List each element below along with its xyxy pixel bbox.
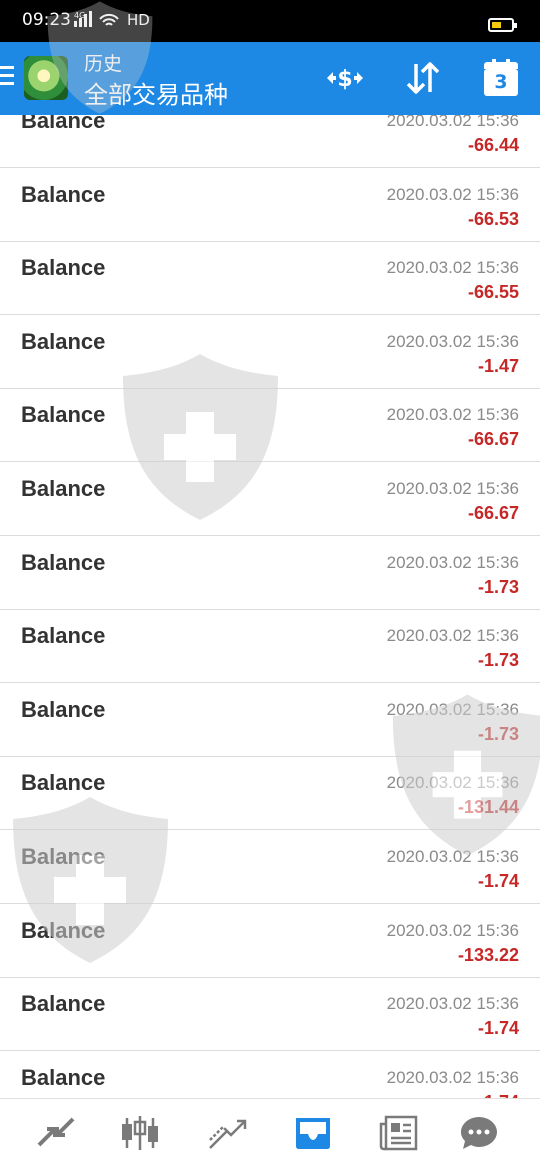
symbol-filter[interactable]: 全部交易品种 [84, 75, 228, 110]
history-row[interactable]: Balance 2020.03.02 15:36 -131.44 [0, 757, 540, 831]
menu-icon[interactable] [0, 66, 14, 90]
history-row[interactable]: Balance2020.03.02 15:36-1.74 [0, 1051, 540, 1098]
deal-time: 2020.03.02 15:36 [386, 115, 519, 130]
deal-type: Balance [21, 623, 106, 649]
deal-time: 2020.03.02 15:36 [386, 184, 519, 204]
history-inbox-icon[interactable] [291, 1113, 335, 1153]
deal-type: Balance [21, 770, 106, 796]
calendar-day: 3 [484, 69, 518, 96]
history-row[interactable]: Balance 2020.03.02 15:36 -1.74 [0, 831, 540, 904]
deal-time: 2020.03.02 15:36 [386, 699, 519, 719]
deal-time: 2020.03.02 15:36 [386, 773, 519, 793]
history-row[interactable]: Balance 2020.03.02 15:36 -66.67 [0, 463, 540, 536]
deal-time: 2020.03.02 15:36 [386, 626, 519, 646]
sort-icon[interactable] [401, 56, 445, 100]
page-title: 历史 [84, 54, 123, 75]
deal-type: Balance [21, 844, 106, 869]
quotes-icon[interactable] [33, 1113, 77, 1153]
deal-time: 2020.03.02 15:36 [386, 847, 519, 866]
deal-type: Balance [21, 402, 106, 428]
calendar-icon[interactable]: 3 [479, 56, 523, 100]
battery-icon [488, 18, 517, 32]
status-bar: 09:23 4G HD [0, 0, 540, 42]
history-row[interactable]: Balance 2020.03.02 15:36 -1.73 [0, 536, 540, 610]
deal-type: Balance [21, 328, 106, 354]
news-icon[interactable] [377, 1113, 421, 1153]
deal-type: Balance [21, 549, 106, 575]
history-row[interactable]: Balance 2020.03.02 15:36 -66.44 [0, 115, 540, 168]
deal-type: Balance [21, 476, 106, 501]
deal-time: 2020.03.02 15:36 [386, 920, 519, 940]
app-header: 历史 全部交易品种 $ 3 [0, 42, 540, 115]
deal-amount: -66.67 [467, 503, 519, 523]
history-row[interactable]: Balance 2020.03.02 15:36 -1.73 [0, 683, 540, 757]
deal-type: Balance [21, 1064, 106, 1090]
deal-type: Balance [21, 696, 106, 722]
deal-amount: -1.73 [477, 650, 519, 671]
deal-amount: -133.22 [457, 944, 519, 965]
deal-amount: -1.47 [477, 355, 519, 376]
deal-time: 2020.03.02 15:36 [386, 552, 519, 572]
hd-indicator: HD [127, 11, 150, 29]
deal-amount: -66.55 [467, 282, 519, 303]
deal-amount: -1.74 [477, 871, 519, 891]
chart-candles-icon[interactable] [118, 1113, 162, 1153]
deal-amount: -1.74 [477, 1018, 519, 1039]
deal-time: 2020.03.02 15:36 [386, 405, 519, 425]
trade-icon[interactable] [206, 1113, 250, 1153]
chat-icon[interactable] [457, 1113, 501, 1153]
svg-text:$: $ [337, 67, 352, 92]
deal-time: 2020.03.02 15:36 [386, 1067, 519, 1087]
deal-time: 2020.03.02 15:36 [386, 331, 519, 351]
history-row[interactable]: Balance 2020.03.02 15:36 -1.47 [0, 315, 540, 389]
deal-type: Balance [21, 991, 106, 1017]
deal-type: Balance [21, 917, 106, 943]
history-row[interactable]: Balance 2020.03.02 15:36 -66.55 [0, 242, 540, 316]
signal-icon: 4G [74, 10, 122, 34]
history-list[interactable]: Balance 2020.03.02 15:36 -66.44 Balance 2020… [0, 115, 540, 1098]
deal-type: Balance [21, 181, 106, 207]
history-row[interactable]: Balance 2020.03.02 15:36 -133.22 [0, 904, 540, 978]
deal-time: 2020.03.02 15:36 [386, 994, 519, 1014]
deal-amount: -66.44 [467, 135, 519, 155]
deal-time: 2020.03.02 15:36 [386, 258, 519, 278]
deal-type: Balance [21, 115, 106, 133]
deal-amount: -66.67 [467, 429, 519, 450]
deal-amount: -1.73 [477, 723, 519, 744]
deal-time: 2020.03.02 15:36 [386, 479, 519, 498]
deposit-withdraw-icon[interactable]: $ [323, 56, 367, 100]
history-row[interactable]: Balance 2020.03.02 15:36 -66.53 [0, 168, 540, 242]
deal-amount: -131.44 [457, 797, 519, 818]
history-row[interactable]: Balance 2020.03.02 15:36 -66.67 [0, 389, 540, 463]
status-time: 09:23 [22, 10, 71, 30]
deal-type: Balance [21, 255, 106, 281]
app-logo-icon[interactable] [24, 56, 68, 100]
deal-amount: -1.73 [477, 576, 519, 597]
deal-amount: -66.53 [467, 208, 519, 229]
history-row[interactable]: Balance 2020.03.02 15:36 -1.73 [0, 610, 540, 684]
bottom-navigation [0, 1098, 540, 1170]
history-row[interactable]: Balance 2020.03.02 15:36 -1.74 [0, 978, 540, 1052]
